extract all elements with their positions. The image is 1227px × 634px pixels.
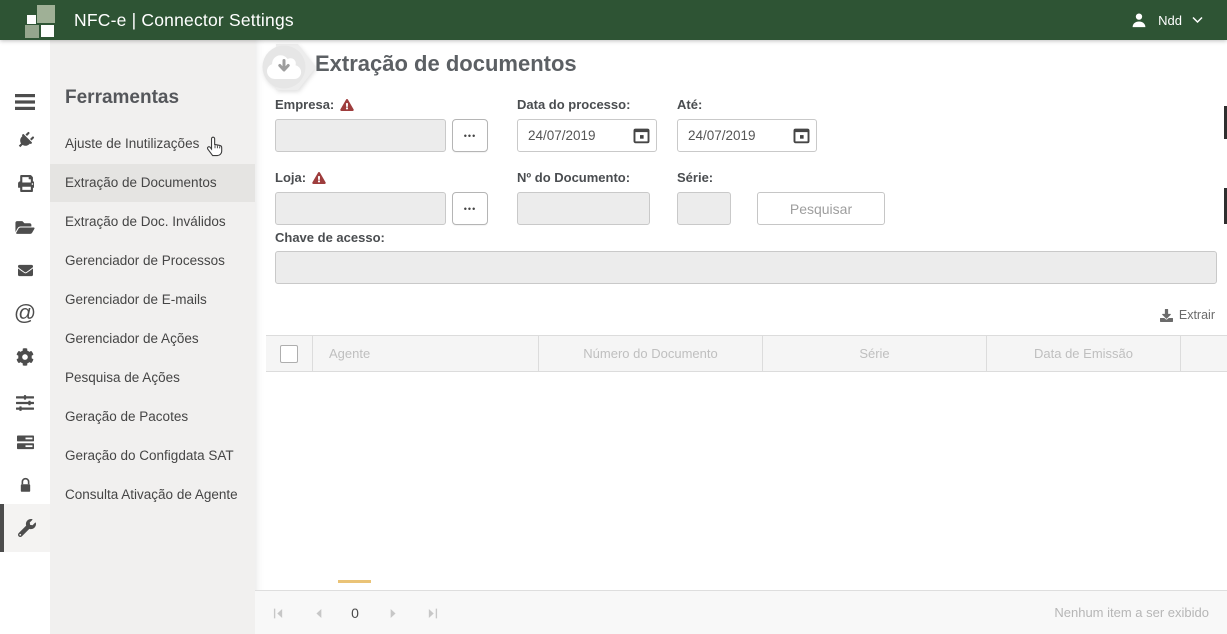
sidebar-heading: Ferramentas: [65, 87, 179, 109]
pager: 0 Nenhum item a ser exibido: [255, 590, 1227, 634]
search-button[interactable]: Pesquisar: [757, 192, 885, 225]
loja-input[interactable]: [275, 192, 446, 225]
pager-status: Nenhum item a ser exibido: [1054, 591, 1209, 634]
sidebar-item-extracao-de-documentos[interactable]: Extração de Documentos: [50, 164, 255, 202]
serie-input[interactable]: [677, 192, 731, 225]
serie-label: Série:: [677, 170, 713, 185]
sidebar-item-gerenciador-de-acoes[interactable]: Gerenciador de Ações: [50, 320, 255, 358]
column-header-numero-documento[interactable]: Número do Documento: [538, 336, 762, 371]
chave-acesso-label: Chave de acesso:: [275, 230, 385, 245]
rail-button-services[interactable]: [0, 425, 50, 459]
column-header-serie[interactable]: Série: [762, 336, 986, 371]
rail-button-security[interactable]: [0, 468, 50, 502]
rail-button-print[interactable]: [0, 166, 50, 200]
rail-button-tools[interactable]: [0, 504, 50, 552]
sidebar-item-gerenciador-de-processos[interactable]: Gerenciador de Processos: [50, 242, 255, 280]
menu-icon: [15, 94, 35, 110]
wrench-icon: [18, 519, 36, 537]
arrow-right-icon: [388, 607, 399, 620]
column-header-agente[interactable]: Agente: [312, 336, 538, 371]
empresa-input[interactable]: [275, 119, 446, 152]
sidebar-item-geracao-de-pacotes[interactable]: Geração de Pacotes: [50, 398, 255, 436]
seek-last-icon: [426, 607, 439, 620]
num-documento-input[interactable]: [517, 192, 650, 225]
hand-cursor-icon: [203, 133, 225, 157]
app-title: NFC-e | Connector Settings: [74, 0, 294, 40]
rail-button-email-manager[interactable]: @: [0, 296, 50, 330]
logo-square: [25, 25, 39, 38]
rail-button-menu[interactable]: [0, 85, 50, 119]
envelope-icon: [16, 263, 35, 278]
cloud-download-icon: [262, 44, 316, 90]
empresa-label: Empresa:: [275, 97, 354, 112]
rail-button-settings[interactable]: [0, 340, 50, 374]
calendar-icon[interactable]: [793, 127, 810, 144]
select-all-checkbox[interactable]: [280, 345, 298, 363]
user-menu[interactable]: Ndd: [1130, 0, 1203, 40]
chave-acesso-input[interactable]: [275, 251, 1217, 284]
loja-browse-button[interactable]: •••: [452, 192, 488, 225]
lock-icon: [18, 477, 33, 494]
plug-icon: [13, 128, 37, 152]
app-logo: [24, 2, 60, 38]
loja-label: Loja:: [275, 170, 326, 185]
column-header-spacer: [1180, 336, 1227, 371]
page-title: Extração de documentos: [315, 51, 577, 77]
icon-rail: @: [0, 40, 50, 634]
rail-button-parameters[interactable]: [0, 386, 50, 420]
app-root: NFC-e | Connector Settings Ndd @: [0, 0, 1227, 634]
printer-icon: [17, 175, 34, 192]
select-all-cell: [266, 336, 312, 371]
gear-icon: [16, 348, 34, 366]
rail-button-adjustments[interactable]: [0, 123, 50, 157]
user-icon: [1130, 11, 1148, 29]
extract-button[interactable]: Extrair: [1160, 308, 1215, 322]
main-content: Extração de documentos Empresa: ••• Data…: [255, 40, 1227, 634]
sidebar: Ferramentas Ajuste de Inutilizações Extr…: [50, 40, 255, 634]
sidebar-item-pesquisa-de-acoes[interactable]: Pesquisa de Ações: [50, 359, 255, 397]
topbar: NFC-e | Connector Settings Ndd: [0, 0, 1227, 40]
pager-page-number[interactable]: 0: [343, 591, 367, 634]
open-folder-icon: [15, 219, 35, 236]
at-sign-icon: @: [14, 302, 36, 324]
pager-prev-button[interactable]: [305, 591, 331, 634]
calendar-icon[interactable]: [633, 127, 650, 144]
sidebar-item-geracao-configdata-sat[interactable]: Geração do Configdata SAT: [50, 437, 255, 475]
sidebar-item-consulta-ativacao-agente[interactable]: Consulta Ativação de Agente: [50, 476, 255, 514]
logo-square: [41, 25, 54, 37]
column-header-data-emissao[interactable]: Data de Emissão: [986, 336, 1180, 371]
data-processo-label: Data do processo:: [517, 97, 630, 112]
rail-button-mail[interactable]: [0, 253, 50, 287]
ate-label: Até:: [677, 97, 702, 112]
empresa-browse-button[interactable]: •••: [452, 119, 488, 152]
pager-first-button[interactable]: [265, 591, 291, 634]
sidebar-item-extracao-de-doc-invalidos[interactable]: Extração de Doc. Inválidos: [50, 203, 255, 241]
user-name: Ndd: [1158, 13, 1182, 28]
rail-button-folder[interactable]: [0, 210, 50, 244]
num-documento-label: Nº do Documento:: [517, 170, 630, 185]
download-icon: [1160, 309, 1173, 322]
warning-icon: [312, 172, 326, 184]
logo-square: [27, 15, 36, 24]
pager-accent-bar: [338, 580, 371, 583]
sliders-icon: [16, 394, 34, 412]
logo-square: [37, 5, 55, 23]
extract-label: Extrair: [1179, 308, 1215, 322]
grid-header: Agente Número do Documento Série Data de…: [266, 335, 1227, 372]
pager-next-button[interactable]: [380, 591, 406, 634]
pager-last-button[interactable]: [419, 591, 445, 634]
arrow-left-icon: [313, 607, 324, 620]
sidebar-item-gerenciador-de-emails[interactable]: Gerenciador de E-mails: [50, 281, 255, 319]
seek-first-icon: [272, 607, 285, 620]
warning-icon: [340, 99, 354, 111]
services-icon: [16, 434, 35, 451]
chevron-down-icon: [1192, 16, 1203, 24]
